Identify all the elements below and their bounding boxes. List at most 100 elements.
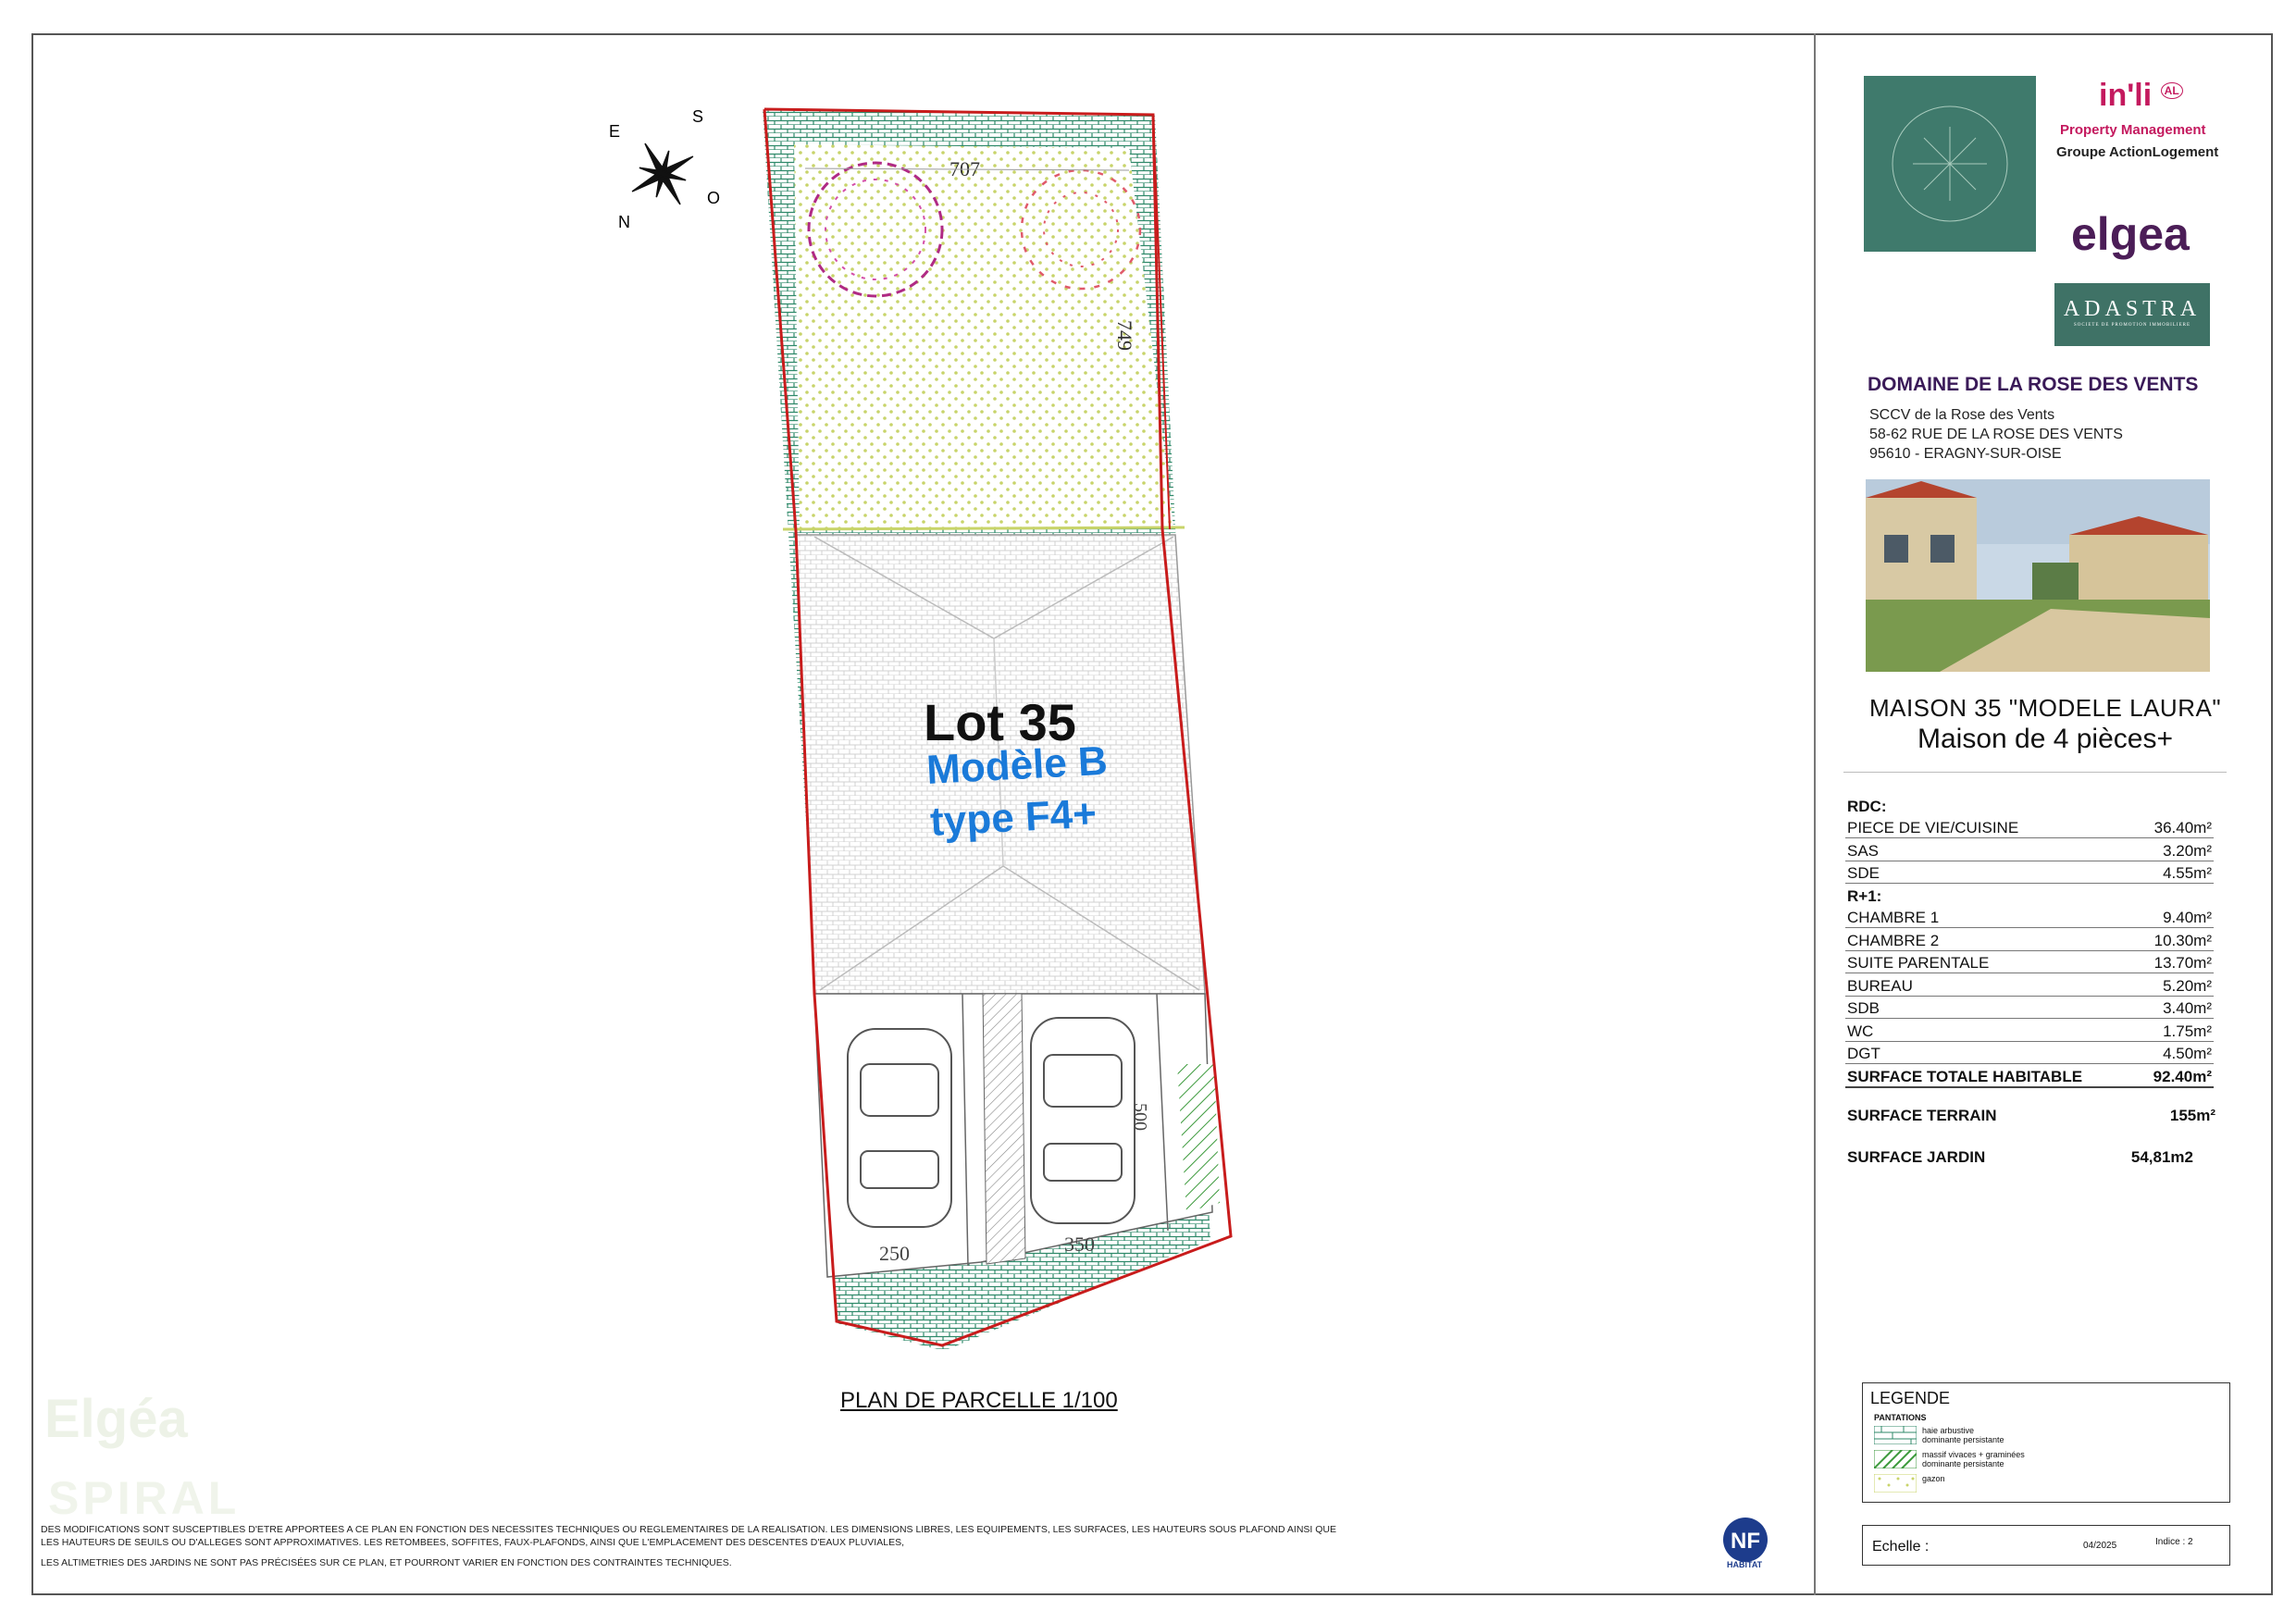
compass-o: O [707, 189, 720, 207]
total-area: 92.40m² [2153, 1067, 2212, 1085]
room-area: 3.20m² [2163, 841, 2212, 860]
terrain-value: 155m² [2169, 1107, 2215, 1124]
legend-text: dominante persistante [1922, 1459, 2004, 1468]
terrain-label: SURFACE TERRAIN [1847, 1107, 1997, 1124]
room-area: 10.30m² [2153, 931, 2212, 949]
total-row: SURFACE TOTALE HABITABLE 92.40m² [1845, 1064, 2214, 1088]
room-area: 36.40m² [2153, 819, 2212, 836]
disclaimer: Des modifications sont susceptibles d'et… [41, 1523, 1336, 1577]
room-area: 1.75m² [2163, 1022, 2212, 1040]
project-address: SCCV de la Rose des Vents 58-62 RUE DE L… [1869, 405, 2123, 464]
panel-divider [1814, 33, 1816, 1595]
dim-garden-depth: 749 [1113, 320, 1136, 351]
compass-rose-icon: E S O N [609, 107, 720, 231]
plan-index: Indice : 2 [2155, 1537, 2193, 1547]
table-row: PIECE DE VIE/CUISINE 36.40m² [1845, 816, 2214, 838]
disclaimer-paragraph: Des modifications sont susceptibles d'et… [41, 1524, 1337, 1548]
room-name: SUITE PARENTALE [1847, 954, 1990, 972]
legend-text: massif vivaces + graminées [1922, 1450, 2025, 1459]
inli-subtitle: Property Management [2060, 122, 2206, 138]
inli-group: Groupe ActionLogement [2056, 144, 2219, 160]
section-rdc: RDC: [1845, 794, 2214, 816]
legend-text: haie arbustive [1922, 1426, 1975, 1435]
separator [1843, 772, 2227, 773]
jardin-label: SURFACE JARDIN [1847, 1148, 1986, 1166]
jardin-row: SURFACE JARDIN 54,81m2 [1845, 1148, 2217, 1167]
address-line: SCCV de la Rose des Vents [1869, 407, 2055, 423]
plan-caption: PLAN DE PARCELLE 1/100 [840, 1388, 1118, 1413]
legend-text: gazon [1922, 1474, 1945, 1483]
room-name: BUREAU [1847, 976, 1913, 995]
room-name: DGT [1847, 1045, 1880, 1062]
room-area: 4.55m² [2163, 864, 2212, 882]
inli-name: in'li [2099, 78, 2153, 113]
dim-parking-left: 250 [879, 1242, 910, 1265]
scale-box: Echelle : 04/2025 Indice : 2 [1862, 1525, 2230, 1566]
disclaimer-paragraph: Les altimetries des jardins ne sont pas … [41, 1557, 732, 1568]
lawn-swatch-icon [1874, 1474, 1917, 1493]
legend-item: gazon [1874, 1474, 1945, 1493]
room-name: PIECE DE VIE/CUISINE [1847, 819, 2019, 836]
jardin-value: 54,81m2 [2130, 1148, 2193, 1166]
address-line: 95610 - ERAGNY-SUR-OISE [1869, 446, 2062, 462]
compass-n: N [618, 213, 630, 231]
plan-date: 04/2025 [2083, 1541, 2117, 1551]
nf-mark: NF [1731, 1529, 1760, 1554]
legend-box: LEGENDE PANTATIONS haie arbustive dominan… [1862, 1382, 2230, 1503]
section-r1: R+1: [1845, 884, 2214, 906]
table-row: DGT 4.50m² [1845, 1042, 2214, 1064]
terrain-row: SURFACE TERRAIN 155m² [1845, 1107, 2217, 1125]
lot-model: Modèle B [925, 737, 1109, 793]
lot-type: type F4+ [929, 790, 1098, 845]
table-row: SDE 4.55m² [1845, 861, 2214, 884]
table-row: BUREAU 5.20m² [1845, 973, 2214, 997]
inli-logo: in'li AL [2099, 78, 2183, 114]
legend-subtitle: PANTATIONS [1874, 1413, 1927, 1422]
room-name: SDB [1847, 999, 1880, 1017]
domaine-logo-icon [1864, 76, 2036, 252]
table-row: CHAMBRE 2 10.30m² [1845, 928, 2214, 951]
room-area: 13.70m² [2153, 954, 2212, 972]
table-row: CHAMBRE 1 9.40m² [1845, 906, 2214, 928]
adastra-logo: ADASTRA SOCIETE DE PROMOTION IMMOBILIERE [2054, 283, 2210, 346]
room-area: 9.40m² [2163, 909, 2212, 926]
shrub-swatch-icon [1874, 1450, 1917, 1468]
area-table: RDC: PIECE DE VIE/CUISINE 36.40m² SAS 3.20… [1845, 794, 2214, 1088]
section-label: RDC: [1847, 797, 1887, 815]
room-name: CHAMBRE 1 [1847, 909, 1940, 926]
house-name: MAISON 35 "MODELE LAURA" [1868, 694, 2222, 722]
dim-parking-depth: 500 [1130, 1103, 1150, 1131]
parcel-plan: E S O N 707 749 250 350 500 [609, 107, 1233, 1351]
project-title: DOMAINE DE LA ROSE DES VENTS [1868, 374, 2199, 395]
adastra-tagline: SOCIETE DE PROMOTION IMMOBILIERE [2073, 323, 2191, 328]
dim-parking-right: 350 [1064, 1233, 1095, 1256]
legend-item: massif vivaces + graminées dominante pers… [1874, 1450, 2025, 1468]
section-label: R+1: [1847, 886, 1882, 905]
room-name: SAS [1847, 841, 1880, 860]
scale-label: Echelle : [1872, 1539, 1930, 1555]
table-row: WC 1.75m² [1845, 1019, 2214, 1042]
legend-title: LEGENDE [1870, 1389, 1951, 1407]
legend-item: haie arbustive dominante persistante [1874, 1426, 2004, 1444]
elgea-logo: elgea [2071, 208, 2190, 260]
room-area: 4.50m² [2163, 1045, 2212, 1062]
compass-e: E [609, 122, 620, 141]
house-description: Maison de 4 pièces+ [1917, 724, 2173, 754]
room-area: 3.40m² [2163, 999, 2212, 1017]
compass-s: S [692, 107, 703, 126]
table-row: SDB 3.40m² [1845, 997, 2214, 1019]
legend-text: dominante persistante [1922, 1435, 2004, 1444]
watermark-spiral: SPIRAL [48, 1472, 241, 1524]
room-name: WC [1847, 1022, 1874, 1040]
inli-badge: AL [2160, 81, 2183, 99]
table-row: SUITE PARENTALE 13.70m² [1845, 951, 2214, 973]
hedge-swatch-icon [1874, 1426, 1917, 1444]
house-render-image [1866, 479, 2210, 672]
room-area: 5.20m² [2163, 976, 2212, 995]
watermark-elgea: Elgéa [44, 1389, 188, 1449]
nf-label: HABITAT [1727, 1560, 1763, 1569]
room-name: CHAMBRE 2 [1847, 931, 1940, 949]
table-row: SAS 3.20m² [1845, 838, 2214, 861]
room-name: SDE [1847, 864, 1880, 882]
total-label: SURFACE TOTALE HABITABLE [1847, 1067, 2083, 1085]
